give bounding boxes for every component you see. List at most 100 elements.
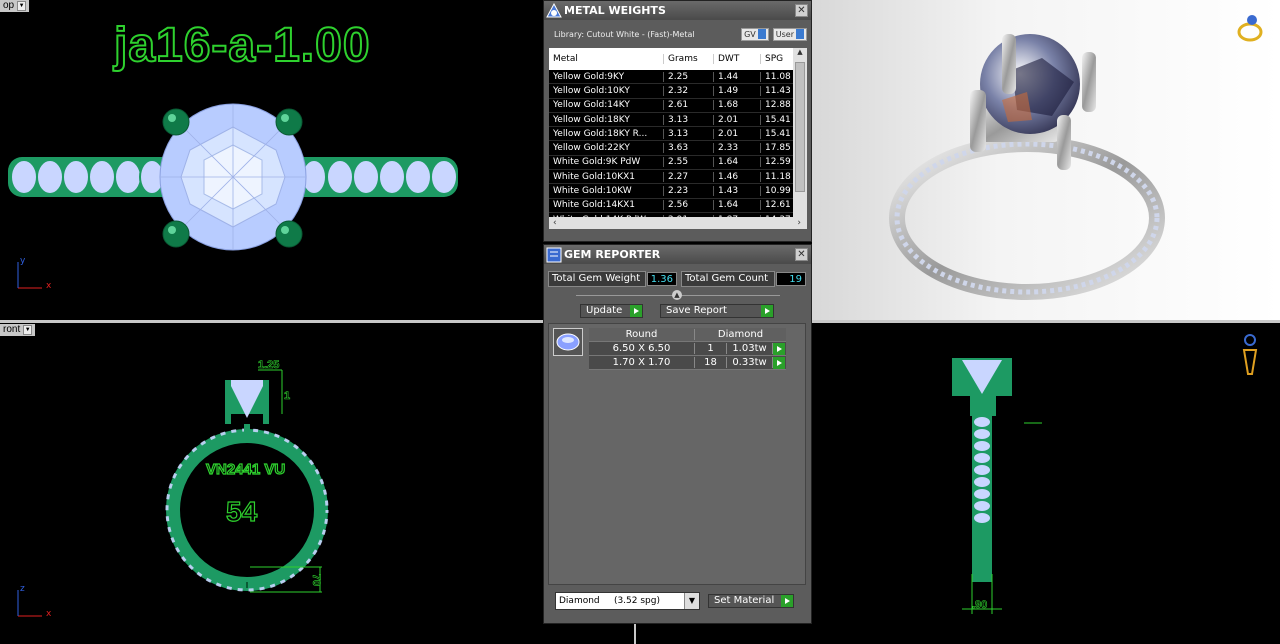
table-cell: Yellow Gold:9KY bbox=[549, 71, 664, 82]
table-cell: 2.01 bbox=[714, 114, 761, 125]
close-icon[interactable]: ✕ bbox=[795, 4, 808, 17]
ring-side-view bbox=[952, 358, 1042, 614]
table-cell: 2.23 bbox=[664, 186, 714, 197]
table-cell: 3.63 bbox=[664, 143, 714, 154]
metal-weights-panel: METAL WEIGHTS ✕ Library: Cutout White - … bbox=[543, 0, 812, 242]
gem-reporter-panel: GEM REPORTER ✕ Total Gem Weight 1.36 Tot… bbox=[543, 244, 812, 624]
ring-top-view bbox=[8, 103, 458, 289]
table-cell: 12.61 bbox=[765, 200, 791, 211]
ring-icon[interactable] bbox=[1236, 12, 1266, 42]
metal-weights-icon bbox=[544, 1, 564, 20]
viewport-front[interactable]: ront ▼ 1.25 1 70 VN2441 VU 54 z x bbox=[0, 324, 540, 644]
pendant-icon[interactable] bbox=[1240, 334, 1260, 380]
table-row[interactable]: White Gold:10KX1 2.27 1.46 11.18 bbox=[549, 170, 807, 185]
collapse-icon[interactable]: ▲ bbox=[672, 290, 682, 300]
table-cell: 10.99 bbox=[765, 186, 791, 197]
table-cell: Yellow Gold:22KY bbox=[549, 143, 664, 154]
table-cell: Yellow Gold:18KY bbox=[549, 114, 664, 125]
engraving-text: VN2441 VU bbox=[205, 460, 286, 478]
gem-list-area[interactable]: Round Diamond 6.50 X 6.50 1 1.03tw 1.70 X 1… bbox=[548, 323, 806, 585]
metal-weights-table[interactable]: Metal Grams DWT SPG Yellow Gold:9KY 2.25 1… bbox=[549, 48, 807, 229]
total-gem-count-label: Total Gem Count bbox=[681, 271, 775, 287]
horizontal-scrollbar[interactable]: ‹ › bbox=[549, 217, 807, 229]
total-gem-weight-value: 1.36 bbox=[647, 272, 677, 286]
metal-weights-titlebar[interactable]: METAL WEIGHTS ✕ bbox=[544, 1, 811, 20]
user-toggle[interactable]: User bbox=[772, 27, 807, 41]
axis-y-label: y bbox=[20, 256, 26, 266]
table-row[interactable]: White Gold:9K PdW 2.55 1.64 12.59 bbox=[549, 156, 807, 171]
table-cell: 1.64 bbox=[714, 157, 761, 168]
table-cell: 2.61 bbox=[664, 100, 714, 111]
library-row: Library: Cutout White - (Fast)-Metal GV … bbox=[554, 26, 807, 42]
play-icon bbox=[630, 305, 642, 317]
gem-reporter-titlebar[interactable]: GEM REPORTER ✕ bbox=[544, 245, 811, 264]
table-row[interactable]: White Gold:14KX1 2.56 1.64 12.61 bbox=[549, 199, 807, 213]
material-select[interactable]: Diamond (3.52 spg) ▼ bbox=[555, 592, 700, 610]
close-icon[interactable]: ✕ bbox=[795, 248, 808, 261]
table-cell: White Gold:9K PdW bbox=[549, 157, 664, 168]
table-row[interactable]: Yellow Gold:22KY 3.63 2.33 17.85 bbox=[549, 141, 807, 156]
viewport-top[interactable]: op ▼ ja16-a-1.00 y x bbox=[0, 0, 540, 320]
gem-row[interactable]: 6.50 X 6.50 1 1.03tw bbox=[589, 342, 786, 356]
table-row[interactable]: Yellow Gold:18KY R... 3.13 2.01 15.41 bbox=[549, 127, 807, 142]
play-icon bbox=[781, 595, 793, 607]
ring-size-text: 54 bbox=[225, 495, 258, 527]
play-icon[interactable] bbox=[773, 356, 785, 369]
column-header[interactable]: Grams bbox=[664, 54, 714, 64]
play-icon[interactable] bbox=[773, 342, 785, 355]
table-cell: 2.56 bbox=[664, 200, 714, 211]
gv-toggle[interactable]: GV bbox=[741, 27, 769, 41]
table-header: Metal Grams DWT SPG bbox=[549, 48, 807, 70]
gem-cell: 0.33tw bbox=[727, 357, 773, 368]
scroll-left-icon[interactable]: ‹ bbox=[553, 218, 557, 228]
set-material-button[interactable]: Set Material bbox=[708, 594, 794, 608]
scroll-thumb[interactable] bbox=[795, 62, 805, 192]
play-icon bbox=[761, 305, 773, 317]
panel-title: GEM REPORTER bbox=[564, 248, 661, 261]
gem-table: Round Diamond 6.50 X 6.50 1 1.03tw 1.70 X 1… bbox=[589, 328, 786, 370]
table-cell: White Gold:14KX1 bbox=[549, 200, 664, 211]
gem-cell: 1 bbox=[695, 343, 727, 354]
viewport-perspective[interactable] bbox=[812, 0, 1280, 320]
table-cell: 3.13 bbox=[664, 128, 714, 139]
panel-title: METAL WEIGHTS bbox=[564, 4, 666, 17]
viewport-right[interactable]: .90 bbox=[812, 324, 1280, 644]
table-row[interactable]: Yellow Gold:9KY 2.25 1.44 11.08 bbox=[549, 70, 807, 85]
table-cell: White Gold:10KW bbox=[549, 186, 664, 197]
column-header[interactable]: DWT bbox=[714, 54, 761, 64]
vertical-scrollbar[interactable]: ▲ bbox=[793, 48, 807, 218]
table-cell: Yellow Gold:18KY R... bbox=[549, 128, 664, 139]
table-row[interactable]: Yellow Gold:14KY 2.61 1.68 12.88 bbox=[549, 99, 807, 113]
table-cell: 12.59 bbox=[765, 157, 791, 168]
gem-reporter-icon bbox=[544, 245, 564, 264]
table-body: Yellow Gold:9KY 2.25 1.44 11.08 Yellow Gold:… bbox=[549, 70, 807, 228]
table-cell: 11.08 bbox=[765, 71, 791, 82]
table-cell: 1.64 bbox=[714, 200, 761, 211]
gem-row[interactable]: 1.70 X 1.70 18 0.33tw bbox=[589, 356, 786, 370]
chevron-down-icon[interactable]: ▼ bbox=[684, 593, 699, 609]
table-row[interactable]: White Gold:10KW 2.23 1.43 10.99 bbox=[549, 184, 807, 199]
viewport-splitter-vertical[interactable] bbox=[634, 624, 636, 644]
scroll-up-icon[interactable]: ▲ bbox=[793, 48, 807, 60]
table-cell: Yellow Gold:14KY bbox=[549, 100, 664, 111]
table-cell: 1.46 bbox=[714, 171, 761, 182]
library-label: Library: Cutout White - (Fast)-Metal bbox=[554, 29, 695, 39]
gem-cell: 1.70 X 1.70 bbox=[589, 357, 695, 368]
table-row[interactable]: Yellow Gold:18KY 3.13 2.01 15.41 bbox=[549, 113, 807, 128]
update-button[interactable]: Update bbox=[580, 304, 643, 318]
table-cell: 3.13 bbox=[664, 114, 714, 125]
table-cell: 2.27 bbox=[664, 171, 714, 182]
total-gem-weight-label: Total Gem Weight bbox=[548, 271, 646, 287]
table-cell: 1.44 bbox=[714, 71, 761, 82]
axis-x-label: x bbox=[46, 609, 52, 619]
table-cell: 2.33 bbox=[714, 143, 761, 154]
table-cell: 2.32 bbox=[664, 85, 714, 96]
column-header[interactable]: SPG bbox=[761, 54, 791, 64]
scroll-right-icon[interactable]: › bbox=[797, 218, 801, 228]
dim-label: 70 bbox=[310, 573, 323, 587]
table-cell: 1.43 bbox=[714, 186, 761, 197]
column-header[interactable]: Metal bbox=[549, 54, 664, 64]
save-report-button[interactable]: Save Report bbox=[660, 304, 774, 318]
ring-render bbox=[889, 34, 1165, 300]
table-row[interactable]: Yellow Gold:10KY 2.32 1.49 11.43 bbox=[549, 84, 807, 99]
